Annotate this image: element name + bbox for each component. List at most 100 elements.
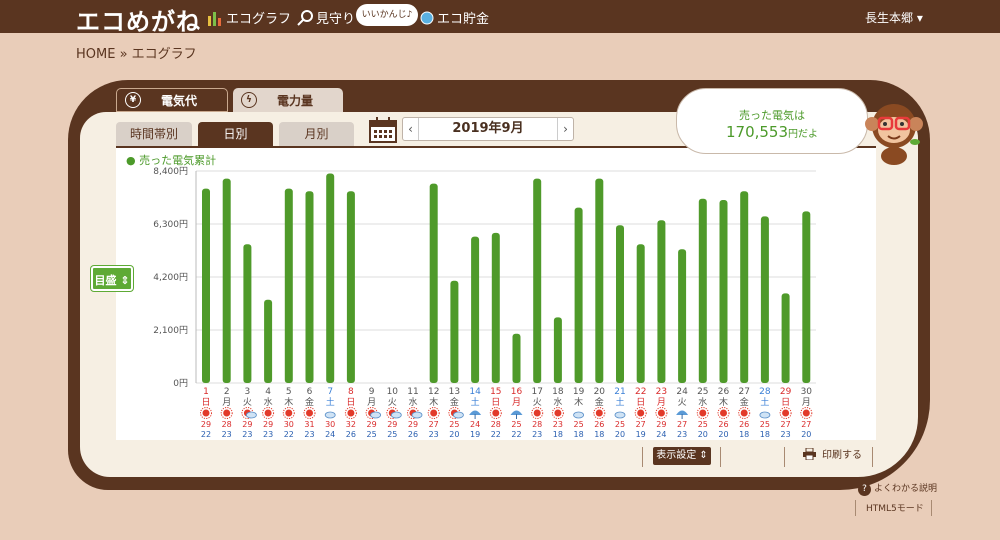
date-selector: ‹ 2019年9月 › — [402, 117, 574, 141]
low-temp-label: 23 — [242, 430, 252, 439]
help-link[interactable]: ? よくわかる説明 — [858, 481, 937, 496]
bar — [450, 280, 459, 383]
date-label[interactable]: 2019年9月 — [421, 118, 555, 140]
scale-button[interactable]: 目盛 ⇕ — [91, 266, 133, 291]
bar — [719, 200, 728, 383]
tab-electricity-cost-label: 電気代 — [161, 93, 198, 108]
sun-icon — [223, 409, 231, 417]
app-logo[interactable]: エコめがね — [76, 2, 201, 37]
low-temp-label: 18 — [574, 430, 584, 439]
status-badge: いいかんじ♪ — [356, 4, 418, 26]
low-temp-label: 24 — [325, 430, 335, 439]
segment-daily[interactable]: 日別 — [198, 122, 273, 146]
high-temp-label: 30 — [284, 420, 294, 429]
y-tick-label: 6,300円 — [153, 219, 188, 230]
x-day-label: 17 — [531, 387, 542, 397]
x-day-label: 13 — [449, 387, 460, 397]
footer-divider — [855, 500, 856, 516]
high-temp-label: 26 — [739, 420, 749, 429]
x-day-label: 10 — [387, 387, 399, 397]
low-temp-label: 23 — [781, 430, 791, 439]
low-temp-label: 18 — [594, 430, 604, 439]
tab-electricity-cost[interactable]: ¥ 電気代 — [116, 88, 228, 112]
x-weekday-label: 火 — [243, 397, 252, 408]
x-weekday-label: 土 — [326, 396, 335, 408]
printer-icon — [803, 447, 816, 461]
sun-icon — [595, 409, 603, 417]
nav-eco-savings[interactable]: エコ貯金 — [420, 8, 489, 27]
cloud-icon — [452, 411, 464, 419]
sun-icon — [802, 409, 810, 417]
nav-mimamori-label: 見守り — [316, 12, 356, 27]
top-bar: エコめがね エコグラフ 見守り いいかんじ♪ エコ貯金 長生本郷 ▾ — [0, 0, 1000, 36]
x-day-label: 23 — [656, 387, 667, 397]
next-month-button[interactable]: › — [557, 118, 573, 140]
bar — [512, 333, 521, 383]
high-temp-label: 31 — [304, 420, 314, 429]
display-settings-button[interactable]: 表示設定 ⇕ — [653, 447, 711, 465]
bar — [802, 211, 811, 383]
x-weekday-label: 水 — [553, 396, 562, 408]
x-weekday-label: 日 — [201, 397, 210, 408]
prev-month-button[interactable]: ‹ — [403, 118, 419, 140]
bar — [305, 191, 314, 383]
user-menu[interactable]: 長生本郷 ▾ — [865, 9, 923, 26]
bar — [760, 216, 769, 383]
x-day-label: 2 — [224, 387, 230, 397]
y-tick-label: 4,200円 — [153, 272, 188, 283]
low-temp-label: 18 — [553, 430, 563, 439]
high-temp-label: 25 — [449, 420, 459, 429]
low-temp-label: 25 — [387, 430, 397, 439]
y-tick-label: 0円 — [173, 378, 188, 389]
x-day-label: 5 — [286, 387, 292, 397]
y-tick-label: 2,100円 — [153, 325, 188, 336]
cloud-icon — [759, 411, 771, 419]
x-weekday-label: 土 — [760, 396, 769, 408]
high-temp-label: 30 — [325, 420, 335, 429]
x-weekday-label: 月 — [222, 397, 231, 408]
breadcrumb[interactable]: HOME » エコグラフ — [76, 43, 197, 62]
high-temp-label: 28 — [532, 420, 542, 429]
segment-monthly[interactable]: 月別 — [279, 122, 354, 146]
high-temp-label: 28 — [491, 420, 501, 429]
print-button[interactable]: 印刷する — [803, 447, 862, 465]
x-weekday-label: 水 — [698, 396, 707, 408]
toolbar-divider — [784, 447, 785, 467]
tab-power-amount[interactable]: ϟ 電力量 — [233, 88, 343, 112]
cloud-icon — [245, 411, 257, 419]
high-temp-label: 27 — [781, 420, 791, 429]
x-day-label: 11 — [407, 387, 418, 397]
html5-mode-link[interactable]: HTML5モード — [866, 501, 924, 514]
bubble-caption: 売った電気は — [739, 109, 805, 122]
sun-icon — [347, 409, 355, 417]
low-temp-label: 23 — [532, 430, 542, 439]
high-temp-label: 29 — [408, 420, 418, 429]
bar — [698, 198, 707, 383]
nav-mimamori[interactable]: 見守り — [297, 8, 355, 27]
x-day-label: 9 — [369, 387, 375, 397]
bar — [264, 299, 273, 383]
sun-icon — [720, 409, 727, 417]
bar — [616, 225, 624, 383]
speech-bubble: 売った電気は 170,553円だよ — [676, 88, 868, 154]
sun-icon — [533, 409, 541, 417]
sun-icon — [306, 409, 313, 417]
high-temp-label: 27 — [801, 420, 811, 429]
x-day-label: 6 — [307, 387, 313, 397]
low-temp-label: 22 — [284, 430, 294, 439]
low-temp-label: 20 — [615, 430, 625, 439]
x-weekday-label: 木 — [574, 396, 583, 408]
low-temp-label: 18 — [739, 430, 749, 439]
calendar-icon[interactable] — [369, 117, 397, 143]
sun-icon — [202, 409, 210, 417]
segment-hourly[interactable]: 時間帯別 — [116, 122, 192, 146]
bar — [595, 178, 604, 383]
x-day-label: 30 — [801, 387, 813, 397]
low-temp-label: 23 — [263, 430, 273, 439]
bar — [740, 191, 749, 383]
nav-eco-graph[interactable]: エコグラフ — [207, 8, 291, 27]
x-weekday-label: 日 — [781, 397, 790, 408]
bar — [326, 173, 335, 383]
low-temp-label: 24 — [656, 430, 666, 439]
daily-sales-chart: 0円2,100円4,200円6,300円8,400円1日29222月28233火… — [153, 166, 816, 439]
